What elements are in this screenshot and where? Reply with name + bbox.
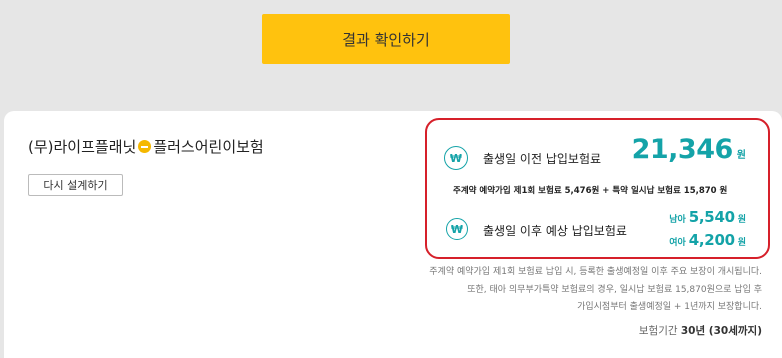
male-amount-unit: 원 [737,215,746,225]
before-birth-label: 출생일 이전 납입보험료 [483,152,602,166]
male-amount: 5,540 [688,208,735,226]
male-amount-row: 남아 5,540 원 [669,208,746,226]
product-name: (무)라이프플래닛 플러스어린이보험 [28,136,264,157]
product-name-suffix: 플러스어린이보험 [153,138,264,156]
before-birth-amount: 21,346 원 [632,134,746,165]
male-label: 남아 [669,215,686,225]
notice-line: 주계약 예약가입 제1회 보험료 납입 시, 등록한 출생예정일 이후 주요 보… [429,267,762,277]
product-name-prefix: (무)라이프플래닛 [28,138,137,156]
coverage-notice: 주계약 예약가입 제1회 보험료 납입 시, 등록한 출생예정일 이후 주요 보… [429,264,762,317]
period-value: 30년 (30세까지) [680,325,762,337]
female-label: 여아 [669,238,686,248]
before-birth-amount-value: 21,346 [631,134,734,165]
confirm-result-button[interactable]: 결과 확인하기 [262,14,510,64]
redesign-button[interactable]: 다시 설계하기 [28,174,123,196]
insurance-period: 보험기간 30년 (30세까지) [639,323,762,338]
notice-line: 가입시점부터 출생예정일 + 1년까지 보장합니다. [577,302,762,312]
before-birth-amount-unit: 원 [736,150,746,161]
premium-breakdown: 주계약 예약가입 제1회 보험료 5,476원 + 특약 일시납 보험료 15,… [453,186,728,196]
notice-line: 또한, 태아 의무부가특약 보험료의 경우, 일시납 보험료 15,870원으로… [467,284,762,295]
coin-icon [138,140,152,153]
female-amount-unit: 원 [737,238,746,248]
period-label: 보험기간 [638,325,681,337]
female-amount: 4,200 [688,231,735,249]
female-amount-row: 여아 4,200 원 [669,231,746,249]
won-icon: ₩ [446,218,468,240]
after-birth-label: 출생일 이후 예상 납입보험료 [483,224,627,238]
premium-summary-box: ₩ 출생일 이전 납입보험료 21,346 원 주계약 예약가입 제1회 보험료… [425,118,770,259]
result-card: (무)라이프플래닛 플러스어린이보험 다시 설계하기 ₩ 출생일 이전 납입보험… [4,111,782,358]
won-icon: ₩ [444,146,468,170]
